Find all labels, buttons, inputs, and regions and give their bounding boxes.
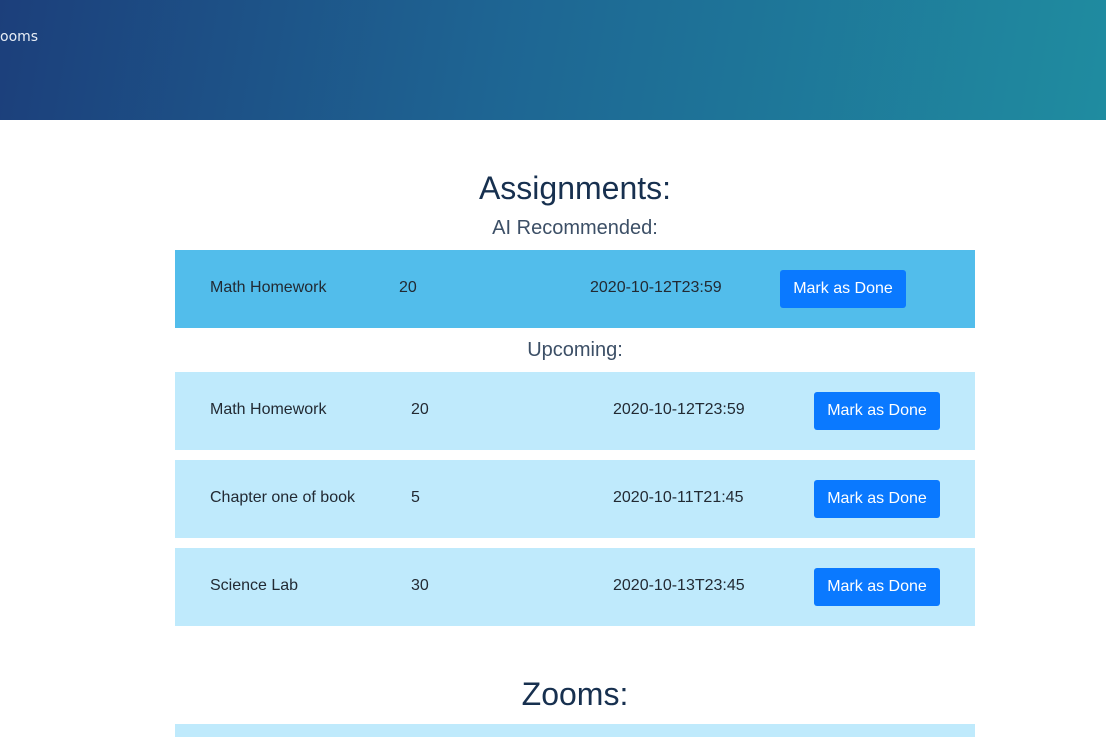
upcoming-label: Upcoming: [527, 339, 623, 361]
assignment-name: Chapter one of book [210, 489, 355, 506]
mark-as-done-button[interactable]: Mark as Done [814, 480, 940, 518]
zooms-heading: Zooms: [521, 676, 629, 712]
assignment-points: 20 [399, 279, 417, 296]
assignment-due-date: 2020-10-12T23:59 [613, 401, 745, 418]
assignment-points: 20 [411, 401, 429, 418]
nav-link-zooms[interactable]: ooms [0, 29, 38, 45]
assignment-due-date: 2020-10-13T23:45 [613, 577, 745, 594]
ai-recommended-label: AI Recommended: [492, 217, 658, 239]
assignment-due-date: 2020-10-12T23:59 [590, 279, 722, 296]
assignment-name: Science Lab [210, 577, 299, 594]
mark-as-done-button[interactable]: Mark as Done [814, 392, 940, 430]
assignment-name: Math Homework [210, 401, 327, 418]
assignment-name: Math Homework [210, 279, 327, 296]
upcoming-assignment-row: Chapter one of book 5 2020-10-11T21:45 M… [175, 460, 975, 538]
ai-assignment-row: Math Homework 20 2020-10-12T23:59 Mark a… [175, 250, 975, 328]
assignment-due-date: 2020-10-11T21:45 [613, 489, 744, 506]
zoom-row [175, 724, 975, 737]
assignment-points: 30 [411, 577, 429, 594]
assignment-points: 5 [411, 489, 420, 506]
upcoming-assignment-row: Math Homework 20 2020-10-12T23:59 Mark a… [175, 372, 975, 450]
mark-as-done-button[interactable]: Mark as Done [780, 270, 906, 308]
assignments-heading: Assignments: [478, 170, 672, 206]
top-header: ooms [0, 0, 1106, 120]
upcoming-assignment-row: Science Lab 30 2020-10-13T23:45 Mark as … [175, 548, 975, 626]
mark-as-done-button[interactable]: Mark as Done [814, 568, 940, 606]
